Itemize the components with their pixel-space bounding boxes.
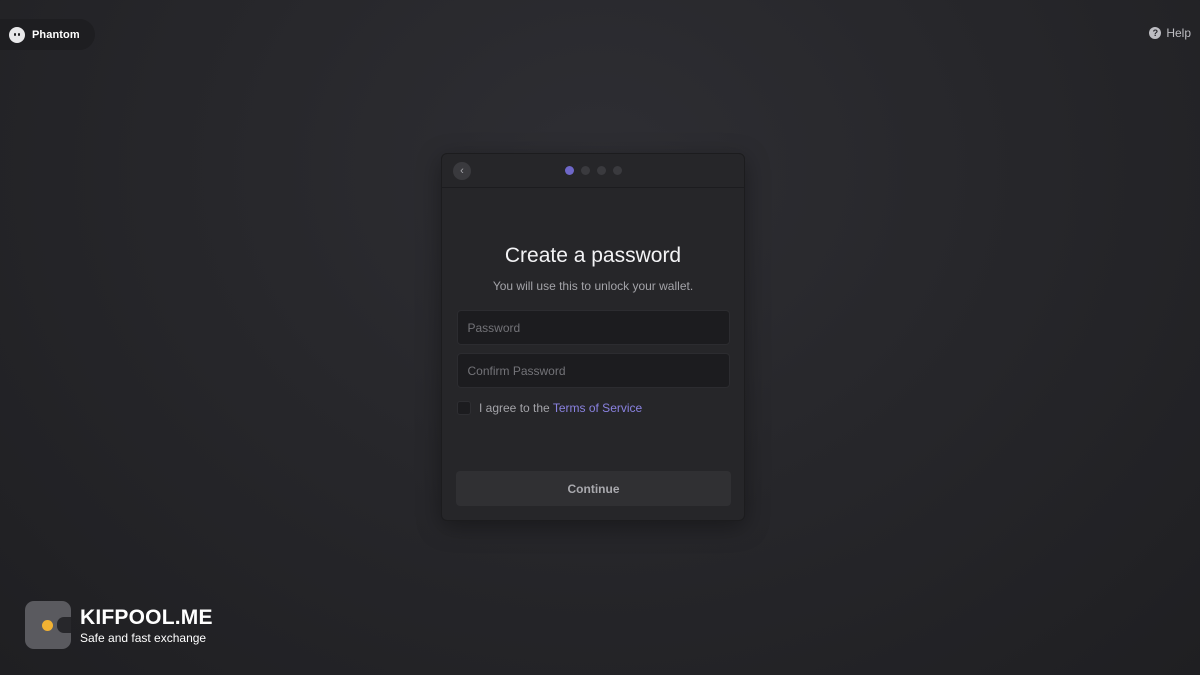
kifpool-logo-icon <box>25 601 71 649</box>
watermark-tagline: Safe and fast exchange <box>80 630 207 645</box>
password-input[interactable] <box>456 310 730 345</box>
terms-agreement: I agree to the Terms of Service <box>457 401 744 415</box>
brand-label: Phantom <box>32 28 80 41</box>
terms-prefix: I agree to the <box>479 401 550 415</box>
create-password-card: ‹ Create a password You will use this to… <box>441 153 745 521</box>
help-label: Help <box>1166 26 1191 40</box>
watermark: KIFPOOL.ME Safe and fast exchange <box>25 601 213 649</box>
page-subtitle: You will use this to unlock your wallet. <box>492 279 694 293</box>
watermark-name: KIFPOOL.ME <box>80 605 213 629</box>
ghost-icon <box>9 26 25 43</box>
step-dot-3 <box>596 166 606 175</box>
step-dot-2 <box>580 166 590 175</box>
app-brand: Phantom <box>0 19 95 50</box>
step-dot-4 <box>612 166 622 175</box>
card-header: ‹ <box>442 154 744 188</box>
terms-checkbox[interactable] <box>457 401 471 415</box>
help-link[interactable]: ? Help <box>1149 26 1191 40</box>
continue-button[interactable]: Continue <box>456 471 731 506</box>
step-indicator <box>442 166 744 175</box>
question-circle-icon: ? <box>1149 27 1162 39</box>
watermark-text: KIFPOOL.ME Safe and fast exchange <box>80 606 213 645</box>
page-title: Create a password <box>504 244 682 267</box>
terms-text: I agree to the Terms of Service <box>479 401 642 415</box>
confirm-password-input[interactable] <box>456 353 730 388</box>
step-dot-1 <box>564 166 574 175</box>
terms-of-service-link[interactable]: Terms of Service <box>553 401 642 415</box>
